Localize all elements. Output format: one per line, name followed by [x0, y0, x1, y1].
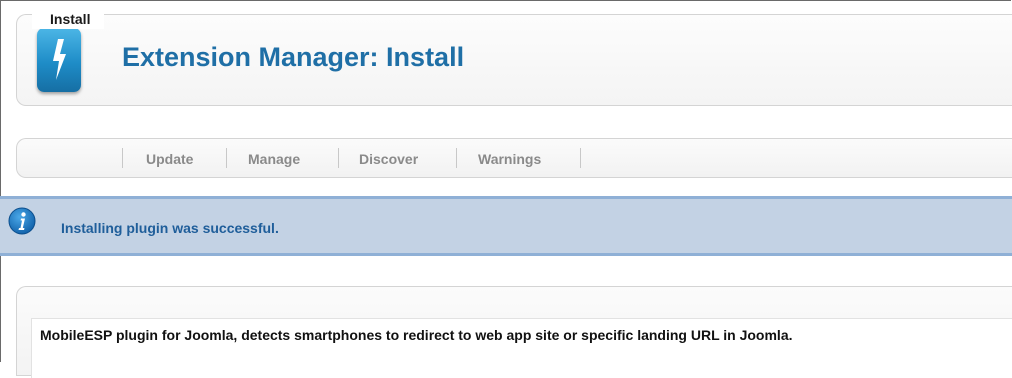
tab-separator — [338, 148, 339, 168]
tab-warnings[interactable]: Warnings — [478, 151, 541, 167]
tab-install[interactable]: Install — [32, 11, 105, 29]
tab-update[interactable]: Update — [146, 151, 193, 167]
plugin-description: MobileESP plugin for Joomla, detects sma… — [40, 327, 793, 343]
message-text: Installing plugin was successful. — [61, 220, 279, 236]
tab-manage[interactable]: Manage — [248, 151, 300, 167]
system-message: Installing plugin was successful. — [0, 196, 1012, 256]
page-title: Extension Manager: Install — [122, 42, 465, 72]
tab-separator — [226, 148, 227, 168]
tab-separator — [122, 148, 123, 168]
tab-discover[interactable]: Discover — [359, 151, 418, 167]
tab-separator — [580, 148, 581, 168]
lightning-bolt-icon — [37, 28, 81, 92]
info-icon — [8, 207, 36, 235]
tab-separator — [456, 148, 457, 168]
